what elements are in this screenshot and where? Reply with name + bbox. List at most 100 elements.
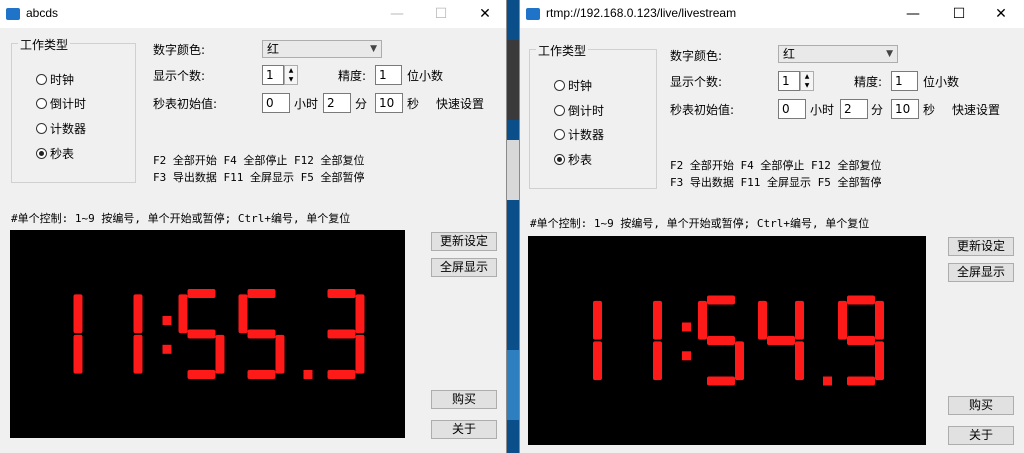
chevron-down-icon: ▼: [370, 44, 377, 54]
radio-circle[interactable]: [554, 80, 565, 91]
fullscreen-button[interactable]: 全屏显示: [948, 263, 1014, 282]
digit-5-segment-a: [707, 295, 735, 305]
minutes-input[interactable]: 2: [840, 99, 868, 119]
radio-counter[interactable]: 计数器: [36, 120, 86, 137]
color-label: 数字颜色:: [153, 43, 206, 57]
radio-stopwatch[interactable]: 秒表: [36, 145, 74, 162]
digit-1-segment-b: [653, 300, 662, 340]
quick-set-link[interactable]: 快速设置: [952, 101, 1000, 118]
time-display: [528, 236, 926, 445]
radio-circle[interactable]: [36, 123, 47, 134]
digit-5-segment-a: [187, 289, 216, 298]
count-stepper[interactable]: ▲ ▼: [284, 65, 298, 85]
title-bar[interactable]: rtmp://192.168.0.123/live/livestream — ☐…: [520, 0, 1024, 28]
precision-label: 精度:: [854, 75, 883, 89]
radio-stopwatch[interactable]: 秒表: [554, 151, 592, 168]
timer-window-right: rtmp://192.168.0.123/live/livestream — ☐…: [520, 0, 1024, 453]
digit-5-segment-g: [247, 329, 276, 339]
minutes-input[interactable]: 2: [323, 93, 351, 113]
desktop-icon-fragment: [506, 140, 520, 200]
seconds-unit: 秒: [923, 103, 936, 117]
hotkeys-line-1: F2 全部开始 F4 全部停止 F12 全部复位: [153, 154, 365, 167]
digit-1-segment-c: [133, 334, 143, 374]
radio-clock[interactable]: 时钟: [554, 77, 592, 94]
hours-input[interactable]: 0: [778, 99, 806, 119]
digit-5-segment-g: [187, 329, 216, 339]
hotkeys-line-2: F3 导出数据 F11 全屏显示 F5 全部暂停: [153, 171, 365, 184]
precision-input[interactable]: 1: [375, 65, 402, 85]
chevron-down-icon: ▼: [886, 49, 893, 59]
colon-dot: [162, 316, 172, 325]
seven-segment-display: [593, 295, 884, 386]
radio-circle[interactable]: [554, 154, 565, 165]
colon-dot: [162, 344, 172, 354]
digit-5-segment-d: [247, 370, 276, 379]
radio-label: 时钟: [50, 73, 75, 87]
radio-countdown[interactable]: 倒计时: [554, 102, 604, 119]
radio-counter[interactable]: 计数器: [554, 126, 604, 143]
color-label: 数字颜色:: [670, 49, 723, 63]
decimal-point: [823, 376, 832, 386]
radio-circle[interactable]: [36, 148, 47, 159]
digit-3-segment-d: [327, 370, 356, 379]
close-icon[interactable]: ✕: [462, 0, 508, 28]
digit-1-segment-b: [133, 294, 143, 334]
hours-input[interactable]: 0: [262, 93, 290, 113]
digit-4-segment-c: [795, 341, 804, 381]
precision-unit: 位小数: [923, 75, 960, 89]
about-button[interactable]: 关于: [431, 420, 497, 439]
minimize-icon[interactable]: —: [374, 0, 420, 28]
maximize-icon[interactable]: ☐: [936, 0, 982, 28]
digit-5-segment-f: [178, 294, 188, 334]
color-select[interactable]: 红 ▼: [262, 40, 382, 58]
digit-1-segment-b: [73, 294, 83, 334]
colon-dot: [682, 322, 691, 332]
update-settings-button[interactable]: 更新设定: [431, 232, 497, 251]
digit-5-segment-d: [707, 376, 735, 386]
about-button[interactable]: 关于: [948, 426, 1014, 445]
timer-window-left: abcds — ☐ ✕ 工作类型 时钟 倒计时 计数器 秒表 数字颜色: 红 ▼ …: [0, 0, 506, 453]
seconds-unit: 秒: [407, 97, 420, 111]
buy-button[interactable]: 购买: [948, 396, 1014, 415]
minimize-icon[interactable]: —: [890, 0, 936, 28]
digit-9-segment-a: [847, 295, 875, 305]
digit-4-segment-g: [767, 336, 795, 345]
maximize-icon[interactable]: ☐: [418, 0, 464, 28]
digit-4-segment-f: [758, 300, 767, 340]
count-input[interactable]: 1: [778, 71, 800, 91]
seconds-input[interactable]: 10: [891, 99, 919, 119]
close-icon[interactable]: ✕: [978, 0, 1024, 28]
update-settings-button[interactable]: 更新设定: [948, 237, 1014, 256]
desktop-icon-fragment: [506, 350, 520, 420]
window-title: rtmp://192.168.0.123/live/livestream: [546, 6, 737, 20]
digit-5-segment-f: [238, 294, 248, 334]
count-label: 显示个数:: [670, 75, 723, 89]
radio-countdown[interactable]: 倒计时: [36, 95, 86, 112]
radio-circle[interactable]: [36, 74, 47, 85]
minutes-unit: 分: [871, 103, 884, 117]
hotkeys-line-1: F2 全部开始 F4 全部停止 F12 全部复位: [670, 159, 882, 172]
radio-clock[interactable]: 时钟: [36, 71, 74, 88]
precision-unit: 位小数: [407, 69, 444, 83]
buy-button[interactable]: 购买: [431, 390, 497, 409]
count-input[interactable]: 1: [262, 65, 284, 85]
window-title: abcds: [26, 6, 59, 20]
minutes-unit: 分: [355, 97, 368, 111]
radio-label: 倒计时: [50, 97, 87, 111]
title-bar[interactable]: abcds — ☐ ✕: [0, 0, 506, 28]
radio-circle[interactable]: [554, 105, 565, 116]
color-select[interactable]: 红 ▼: [778, 45, 898, 63]
radio-circle[interactable]: [554, 129, 565, 140]
color-select-value: 红: [267, 42, 280, 56]
quick-set-link[interactable]: 快速设置: [436, 95, 484, 112]
fullscreen-button[interactable]: 全屏显示: [431, 258, 497, 277]
count-label: 显示个数:: [153, 69, 206, 83]
hours-unit: 小时: [294, 97, 319, 111]
radio-label: 时钟: [568, 79, 593, 93]
radio-label: 秒表: [50, 147, 75, 161]
digit-5-segment-c: [275, 334, 285, 374]
seconds-input[interactable]: 10: [375, 93, 403, 113]
precision-input[interactable]: 1: [891, 71, 918, 91]
radio-circle[interactable]: [36, 98, 47, 109]
count-stepper[interactable]: ▲ ▼: [800, 71, 814, 91]
